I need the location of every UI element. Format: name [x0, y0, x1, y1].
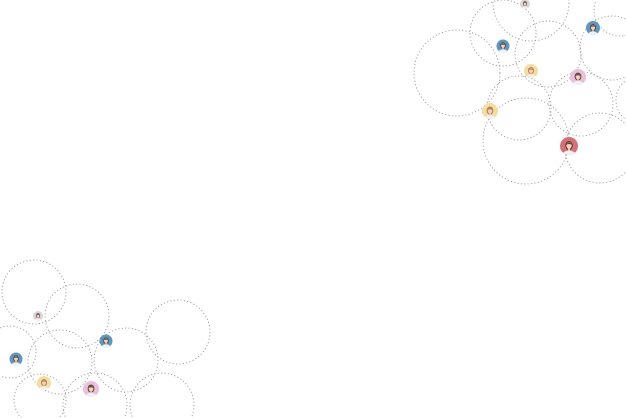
background-canvas [0, 0, 626, 418]
page-background [0, 0, 626, 418]
